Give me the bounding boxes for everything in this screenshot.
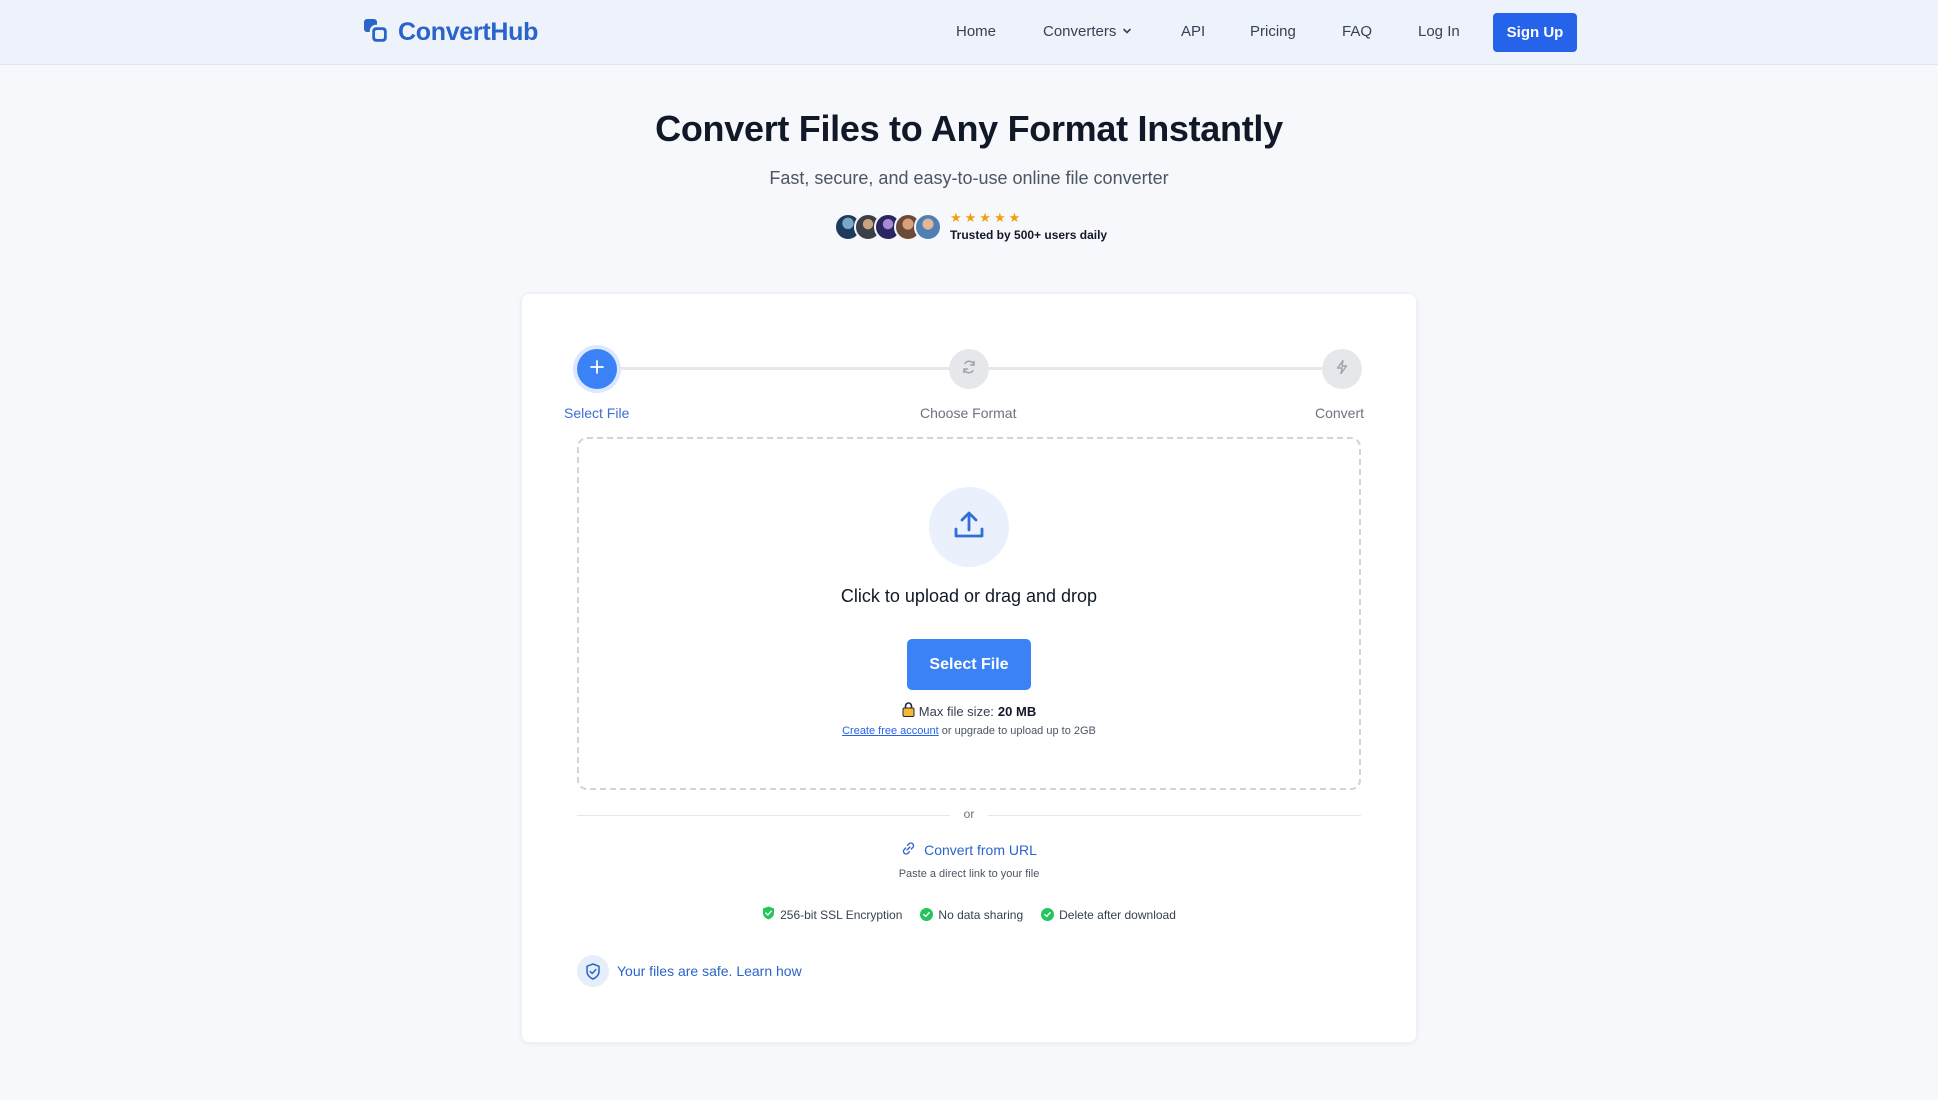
max-size-label: Max file size: [918,703,994,719]
nav-faq[interactable]: FAQ [1342,22,1372,42]
trust-label: Trusted by 500+ users daily [950,228,1108,242]
step-label-choose-format: Choose Format [920,405,1017,421]
shield-icon [577,955,609,987]
step-select-file[interactable] [577,349,617,389]
trust-indicator: ★★★★★ Trusted by 500+ users daily [834,211,1107,243]
create-account-link[interactable]: Create free account [842,725,939,737]
signup-button[interactable]: Sign Up [1493,13,1577,52]
nav-pricing[interactable]: Pricing [1250,22,1296,42]
link-icon [901,841,916,859]
upgrade-text: or upgrade to upload up to 2GB [938,725,1096,737]
convert-from-url-label: Convert from URL [924,842,1037,858]
step-label-convert: Convert [1315,405,1365,421]
nav-converters[interactable]: Converters [1043,22,1132,42]
nav-login[interactable]: Log In [1418,22,1460,42]
chevron-down-icon [1122,22,1132,42]
badge-no-sharing-label: No data sharing [938,907,1024,922]
select-file-button[interactable]: Select File [907,639,1031,690]
top-nav-bar: ConvertHub Home Converters API Pricing F… [0,0,1938,65]
lightning-icon [1334,359,1350,380]
badge-delete: Delete after download [1041,906,1176,923]
badge-ssl-label: 256-bit SSL Encryption [780,907,903,922]
upload-icon [952,508,986,547]
brand-name: ConvertHub [398,17,539,46]
max-size-value: 20 MB [997,703,1037,719]
page-title: Convert Files to Any Format Instantly [655,108,1283,149]
files-safe-label: Your files are safe. Learn how [617,963,802,979]
plus-icon [589,359,605,380]
step-choose-format[interactable] [949,349,989,389]
check-circle-icon [920,908,934,921]
divider-or: or [963,807,975,821]
nav-api[interactable]: API [1181,22,1205,42]
upgrade-note: Create free account or upgrade to upload… [0,725,1938,737]
dropzone-title: Click to upload or drag and drop [840,586,1098,606]
rating-stars: ★★★★★ [950,210,1024,225]
logo-icon [362,17,392,47]
security-badges: 256-bit SSL Encryption No data sharing D… [0,906,1938,923]
files-safe-link[interactable]: Your files are safe. Learn how [577,955,802,987]
step-connector [989,367,1322,370]
refresh-icon [961,359,977,380]
shield-check-icon [762,906,775,923]
badge-delete-label: Delete after download [1059,907,1176,922]
page-subtitle: Fast, secure, and easy-to-use online fil… [769,168,1169,188]
step-connector [617,367,949,370]
nav-home[interactable]: Home [956,22,996,42]
avatar-group [834,213,942,241]
avatar [914,213,942,241]
badge-ssl: 256-bit SSL Encryption [762,906,902,923]
nav-converters-label: Converters [1043,23,1117,40]
max-file-size: Max file size: 20 MB [0,702,1938,720]
step-label-select-file: Select File [564,405,630,421]
lock-icon [902,702,915,720]
url-hint: Paste a direct link to your file [898,868,1040,880]
check-circle-icon [1041,908,1055,921]
brand-logo[interactable]: ConvertHub [362,16,538,48]
trust-text: ★★★★★ Trusted by 500+ users daily [950,211,1107,243]
upload-icon-wrap[interactable] [929,487,1009,567]
step-convert[interactable] [1322,349,1362,389]
badge-no-sharing: No data sharing [920,906,1023,923]
convert-from-url-link[interactable]: Convert from URL [0,841,1938,859]
